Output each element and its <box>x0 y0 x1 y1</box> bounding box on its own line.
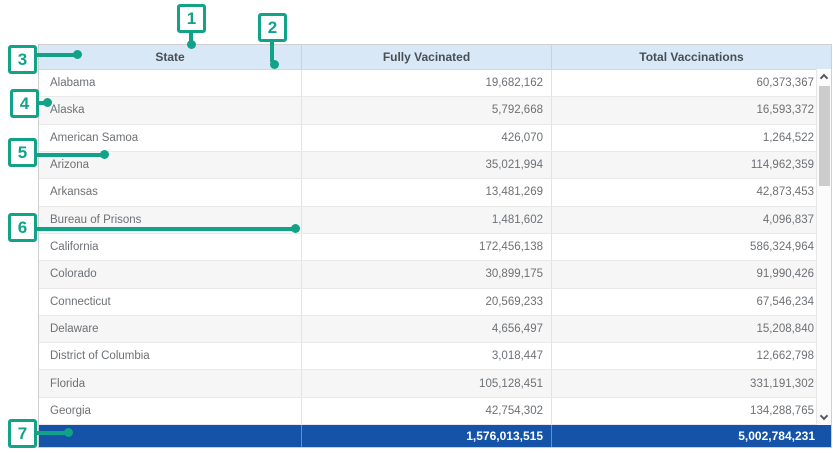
fully-vaccinated-cell: 19,682,162 <box>302 70 552 96</box>
fully-vaccinated-cell: 35,021,994 <box>302 152 552 178</box>
table-row[interactable]: American Samoa 426,070 1,264,522 <box>39 125 831 152</box>
annotation-marker-3: 3 <box>8 45 37 74</box>
table-row[interactable]: Delaware 4,656,497 15,208,840 <box>39 316 831 343</box>
annotation-dot-4 <box>43 98 52 107</box>
annotation-marker-6: 6 <box>8 213 37 242</box>
state-cell: Arkansas <box>39 179 302 205</box>
state-cell: California <box>39 234 302 260</box>
table-row[interactable]: Alabama 19,682,162 60,373,367 <box>39 70 831 97</box>
total-vaccinations-cell: 134,288,765 <box>552 398 831 424</box>
annotation-connector-5 <box>34 153 102 157</box>
table-row[interactable]: California 172,456,138 586,324,964 <box>39 234 831 261</box>
total-vaccinations-cell: 15,208,840 <box>552 316 831 342</box>
state-cell: American Samoa <box>39 125 302 151</box>
annotation-dot-6 <box>291 224 300 233</box>
total-vaccinations-cell: 331,191,302 <box>552 370 831 396</box>
vertical-scrollbar[interactable] <box>816 69 831 425</box>
total-vaccinations-cell: 16,593,372 <box>552 97 831 123</box>
chevron-down-icon[interactable] <box>820 412 828 420</box>
annotation-dot-2 <box>270 60 279 69</box>
state-cell: Georgia <box>39 398 302 424</box>
table-row[interactable]: Georgia 42,754,302 134,288,765 <box>39 398 831 425</box>
fully-vaccinated-cell: 3,018,447 <box>302 343 552 369</box>
annotation-connector-3 <box>34 53 76 57</box>
state-cell: Alaska <box>39 97 302 123</box>
total-vaccinations-cell: 4,096,837 <box>552 207 831 233</box>
total-vaccinations-cell: 1,264,522 <box>552 125 831 151</box>
fully-vaccinated-cell: 20,569,233 <box>302 289 552 315</box>
annotation-marker-2: 2 <box>258 13 287 42</box>
summary-total-vaccinations-total: 5,002,784,231 <box>552 425 831 447</box>
table-row[interactable]: Florida 105,128,451 331,191,302 <box>39 370 831 397</box>
state-cell: Delaware <box>39 316 302 342</box>
annotation-marker-5: 5 <box>8 138 37 167</box>
vaccination-table: State Fully Vacinated Total Vaccinations… <box>38 44 832 448</box>
annotation-dot-5 <box>100 150 109 159</box>
table-row[interactable]: Arizona 35,021,994 114,962,359 <box>39 152 831 179</box>
total-vaccinations-cell: 42,873,453 <box>552 179 831 205</box>
table-row[interactable]: Arkansas 13,481,269 42,873,453 <box>39 179 831 206</box>
annotation-dot-7 <box>64 428 73 437</box>
total-vaccinations-cell: 91,990,426 <box>552 261 831 287</box>
fully-vaccinated-cell: 426,070 <box>302 125 552 151</box>
annotation-marker-1: 1 <box>177 4 206 33</box>
fully-vaccinated-cell: 4,656,497 <box>302 316 552 342</box>
fully-vaccinated-cell: 42,754,302 <box>302 398 552 424</box>
table-body: Alabama 19,682,162 60,373,367 Alaska 5,7… <box>39 70 831 425</box>
fully-vaccinated-cell: 30,899,175 <box>302 261 552 287</box>
fully-vaccinated-cell: 172,456,138 <box>302 234 552 260</box>
state-cell: District of Columbia <box>39 343 302 369</box>
fully-vaccinated-cell: 5,792,668 <box>302 97 552 123</box>
total-vaccinations-cell: 60,373,367 <box>552 70 831 96</box>
total-vaccinations-cell: 12,662,798 <box>552 343 831 369</box>
annotation-marker-4: 4 <box>10 89 39 118</box>
state-cell: Alabama <box>39 70 302 96</box>
annotation-dot-3 <box>73 50 82 59</box>
table-row[interactable]: District of Columbia 3,018,447 12,662,79… <box>39 343 831 370</box>
total-vaccinations-cell: 114,962,359 <box>552 152 831 178</box>
screenshot-canvas: State Fully Vacinated Total Vaccinations… <box>0 0 833 453</box>
summary-fully-vaccinated-total: 1,576,013,515 <box>302 425 552 447</box>
table-row[interactable]: Alaska 5,792,668 16,593,372 <box>39 97 831 124</box>
column-header-total-vaccinations[interactable]: Total Vaccinations <box>552 45 831 69</box>
state-cell: Colorado <box>39 261 302 287</box>
scrollbar-thumb[interactable] <box>819 86 830 186</box>
annotation-connector-6 <box>34 227 293 231</box>
table-row[interactable]: Connecticut 20,569,233 67,546,234 <box>39 289 831 316</box>
chevron-up-icon[interactable] <box>820 74 828 82</box>
fully-vaccinated-cell: 13,481,269 <box>302 179 552 205</box>
column-header-fully-vaccinated[interactable]: Fully Vacinated <box>302 45 552 69</box>
annotation-connector-7 <box>34 431 66 435</box>
table-row[interactable]: Colorado 30,899,175 91,990,426 <box>39 261 831 288</box>
state-cell: Connecticut <box>39 289 302 315</box>
table-header-row: State Fully Vacinated Total Vaccinations <box>39 45 831 70</box>
summary-state-cell <box>39 425 302 447</box>
table-summary-row: 1,576,013,515 5,002,784,231 <box>39 425 831 447</box>
annotation-marker-7: 7 <box>8 419 37 448</box>
total-vaccinations-cell: 586,324,964 <box>552 234 831 260</box>
state-cell: Florida <box>39 370 302 396</box>
annotation-dot-1 <box>187 40 196 49</box>
total-vaccinations-cell: 67,546,234 <box>552 289 831 315</box>
annotation-connector-2 <box>270 40 274 62</box>
fully-vaccinated-cell: 105,128,451 <box>302 370 552 396</box>
fully-vaccinated-cell: 1,481,602 <box>302 207 552 233</box>
